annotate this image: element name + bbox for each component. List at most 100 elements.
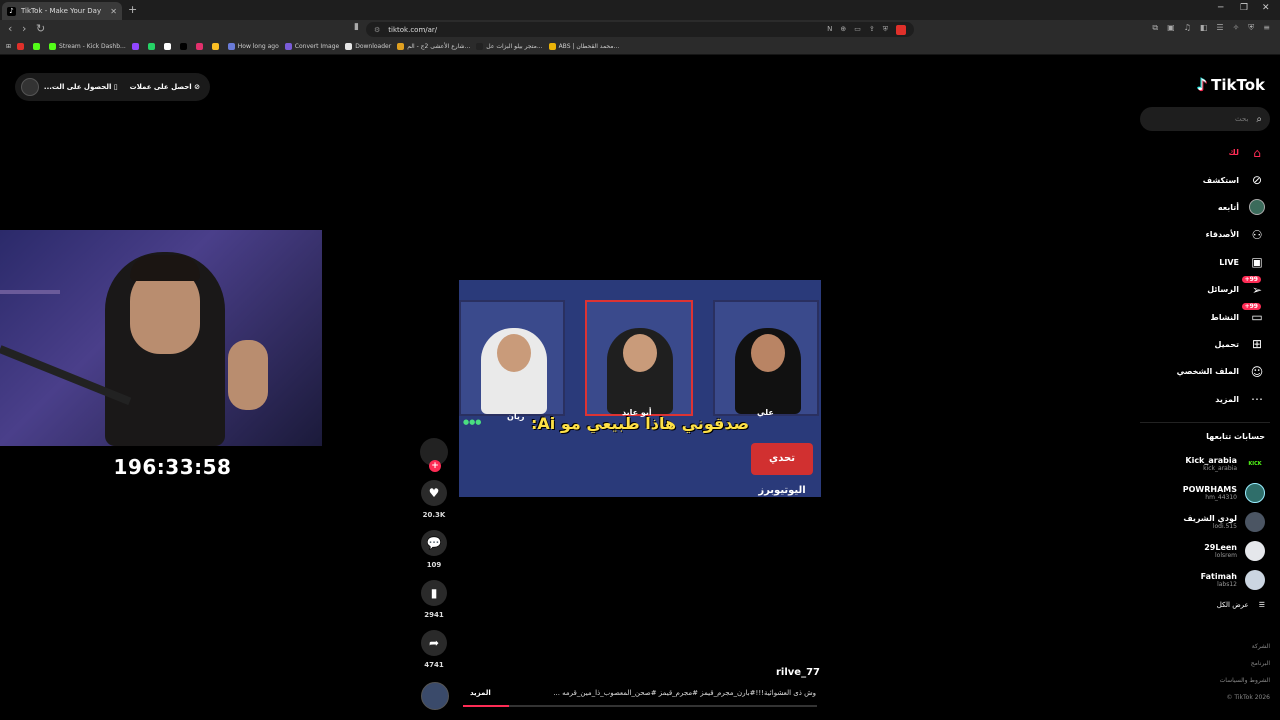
- wallet-icon[interactable]: ▣: [1167, 23, 1175, 33]
- bookmark-favicon-icon: [179, 43, 187, 50]
- video-player[interactable]: ريان أبو عابد علي ●●● صدقوني هاذا طبيعي …: [459, 280, 821, 497]
- get-coins-button[interactable]: ⊘ احصل على عملات: [130, 83, 200, 91]
- video-author[interactable]: rilve_77: [776, 667, 820, 678]
- music-disc-avatar[interactable]: [421, 682, 449, 710]
- bookmarks-bar: ⊞ Stream - Kick Dashb... How long ago Co…: [0, 39, 1280, 55]
- browser-tabstrip: ♪ TikTok - Make Your Day ✕ + ─ ❐ ✕: [0, 0, 1280, 20]
- media-icon[interactable]: ♫: [1184, 23, 1191, 33]
- bookmark-item[interactable]: [147, 43, 158, 50]
- following-item[interactable]: POWRHAMS hm_44310: [1135, 479, 1265, 508]
- close-window-button[interactable]: ✕: [1262, 3, 1270, 13]
- bookmark-item[interactable]: [195, 43, 206, 50]
- minimize-button[interactable]: ─: [1218, 3, 1223, 13]
- bookmark-item[interactable]: How long ago: [227, 43, 279, 50]
- bookmark-item[interactable]: [211, 43, 222, 50]
- tiktok-favicon-icon: ♪: [7, 6, 16, 16]
- bookmark-item[interactable]: [179, 43, 190, 50]
- nav-item-messages[interactable]: الرسائل ➢ +99: [1145, 275, 1265, 303]
- close-tab-icon[interactable]: ✕: [110, 7, 117, 16]
- friends-icon: ⚇: [1251, 227, 1263, 242]
- share-icon[interactable]: ⇪: [869, 25, 875, 35]
- shelf: [0, 290, 60, 294]
- maximize-button[interactable]: ❐: [1240, 3, 1248, 13]
- nav-item-activity[interactable]: النشاط ▭ +99: [1145, 303, 1265, 330]
- save-count: 2941: [424, 611, 444, 619]
- tiktok-logo[interactable]: ♪ TikTok: [1197, 75, 1265, 94]
- zoom-icon[interactable]: ⊕: [840, 25, 846, 35]
- search-input[interactable]: بحث ⌕: [1140, 107, 1270, 131]
- new-tab-button[interactable]: +: [128, 3, 137, 16]
- like-button[interactable]: ♥: [421, 480, 447, 506]
- reload-button[interactable]: ↻: [36, 22, 45, 35]
- following-item[interactable]: لودي الشريف lodi.515: [1135, 508, 1265, 537]
- action-column: + ♥ 20.3K 💬 109 ▮ 2941 ➦ 4741: [418, 438, 450, 680]
- nav-item-explore[interactable]: استكشف ⊘: [1145, 166, 1265, 193]
- divider: [1140, 422, 1270, 423]
- share-button[interactable]: ➦: [421, 630, 447, 656]
- comment-button[interactable]: 💬: [421, 530, 447, 556]
- bookmark-item[interactable]: Downloader: [345, 43, 391, 50]
- nav-item-profile[interactable]: الملف الشخصي ☺: [1145, 358, 1265, 385]
- get-app-button[interactable]: ▯ الحصول على الت...: [44, 83, 118, 91]
- cast-icon[interactable]: ▭: [854, 25, 861, 35]
- menu-icon[interactable]: ≡: [1263, 23, 1270, 33]
- messages-icon: ➢ +99: [1241, 275, 1265, 298]
- browser-tab[interactable]: ♪ TikTok - Make Your Day ✕: [2, 2, 122, 20]
- bookmark-icon[interactable]: ▮: [354, 22, 359, 32]
- following-item[interactable]: 29Leen lolsrem: [1135, 536, 1265, 565]
- forward-button[interactable]: ›: [22, 22, 26, 35]
- bookmark-item[interactable]: ABS | محمد القحطان...: [548, 43, 619, 50]
- back-button[interactable]: ‹: [8, 22, 12, 35]
- bookmark-favicon-icon: [397, 43, 405, 50]
- brave-shield-icon[interactable]: ⛨: [883, 25, 888, 35]
- bookmark-item[interactable]: Convert Image: [284, 43, 339, 50]
- video-panel-center: [585, 300, 693, 416]
- rewards-icon[interactable]: [896, 24, 906, 35]
- bookmark-favicon-icon: [49, 43, 57, 50]
- search-icon[interactable]: ⌕: [1256, 114, 1262, 125]
- bookmark-item[interactable]: Stream - Kick Dashb...: [49, 43, 126, 50]
- nav-item-live[interactable]: LIVE ▣: [1145, 249, 1265, 276]
- nav-item-friends[interactable]: الأصدقاء ⚇: [1145, 221, 1265, 248]
- app-qr-icon[interactable]: [21, 78, 39, 96]
- bookmark-item[interactable]: [33, 43, 43, 50]
- nav-item-for-you[interactable]: لك ⌂: [1145, 139, 1265, 166]
- account-handle: labs12: [1217, 580, 1237, 588]
- translate-icon[interactable]: N: [827, 25, 832, 35]
- extensions-icon[interactable]: ⧉: [1152, 23, 1158, 33]
- bookmark-favicon-icon: [33, 43, 41, 50]
- creator-avatar[interactable]: +: [420, 438, 448, 472]
- vpn-icon[interactable]: ⛨: [1248, 23, 1254, 33]
- nav-item-more[interactable]: المزيد ⋯: [1145, 386, 1265, 413]
- sidebar-icon[interactable]: ◧: [1200, 23, 1208, 33]
- nav-item-upload[interactable]: تحميل ⊞: [1145, 331, 1265, 358]
- account-avatar: [1245, 483, 1265, 504]
- bookmark-item[interactable]: [17, 43, 27, 50]
- account-name: 29Leen: [1204, 542, 1237, 552]
- bookmark-item[interactable]: [131, 43, 142, 50]
- footer-link-program[interactable]: البرنامج: [1220, 655, 1270, 672]
- bookmark-item[interactable]: شارع الأعشى 2ج - الم...: [397, 43, 470, 50]
- address-bar[interactable]: ⚙ tiktok.com/ar/ N ⊕ ▭ ⇪ ⛨: [366, 22, 914, 37]
- follow-plus-icon[interactable]: +: [429, 460, 441, 472]
- video-progress-bar[interactable]: [463, 705, 817, 707]
- footer-link-company[interactable]: الشركة: [1220, 638, 1270, 655]
- see-all-button[interactable]: عرض الكل ☰: [1217, 601, 1265, 609]
- bookmarks-panel-icon[interactable]: ☰: [1216, 23, 1223, 33]
- save-button[interactable]: ▮: [421, 580, 447, 606]
- account-avatar: KICK: [1245, 454, 1265, 475]
- nav-label: أتابعه: [1217, 202, 1239, 212]
- bookmark-item[interactable]: [163, 43, 174, 50]
- footer-link-terms[interactable]: الشروط والسياسات: [1220, 672, 1270, 689]
- apps-icon[interactable]: ⊞: [6, 43, 11, 50]
- leo-icon[interactable]: ✧: [1233, 23, 1240, 33]
- following-item[interactable]: Fatimah labs12: [1135, 565, 1265, 594]
- see-more-button[interactable]: المزيد: [470, 689, 491, 697]
- nav-label: تحميل: [1214, 339, 1239, 349]
- comment-icon: 💬: [426, 536, 442, 550]
- nav-item-following[interactable]: أتابعه: [1145, 194, 1265, 221]
- following-item[interactable]: Kick_arabia kick_arabia KICK: [1135, 450, 1265, 479]
- video-panel-left: [459, 300, 565, 416]
- site-info-icon[interactable]: ⚙: [374, 26, 380, 34]
- bookmark-item[interactable]: متجر بيلو البزات عل...: [476, 43, 543, 50]
